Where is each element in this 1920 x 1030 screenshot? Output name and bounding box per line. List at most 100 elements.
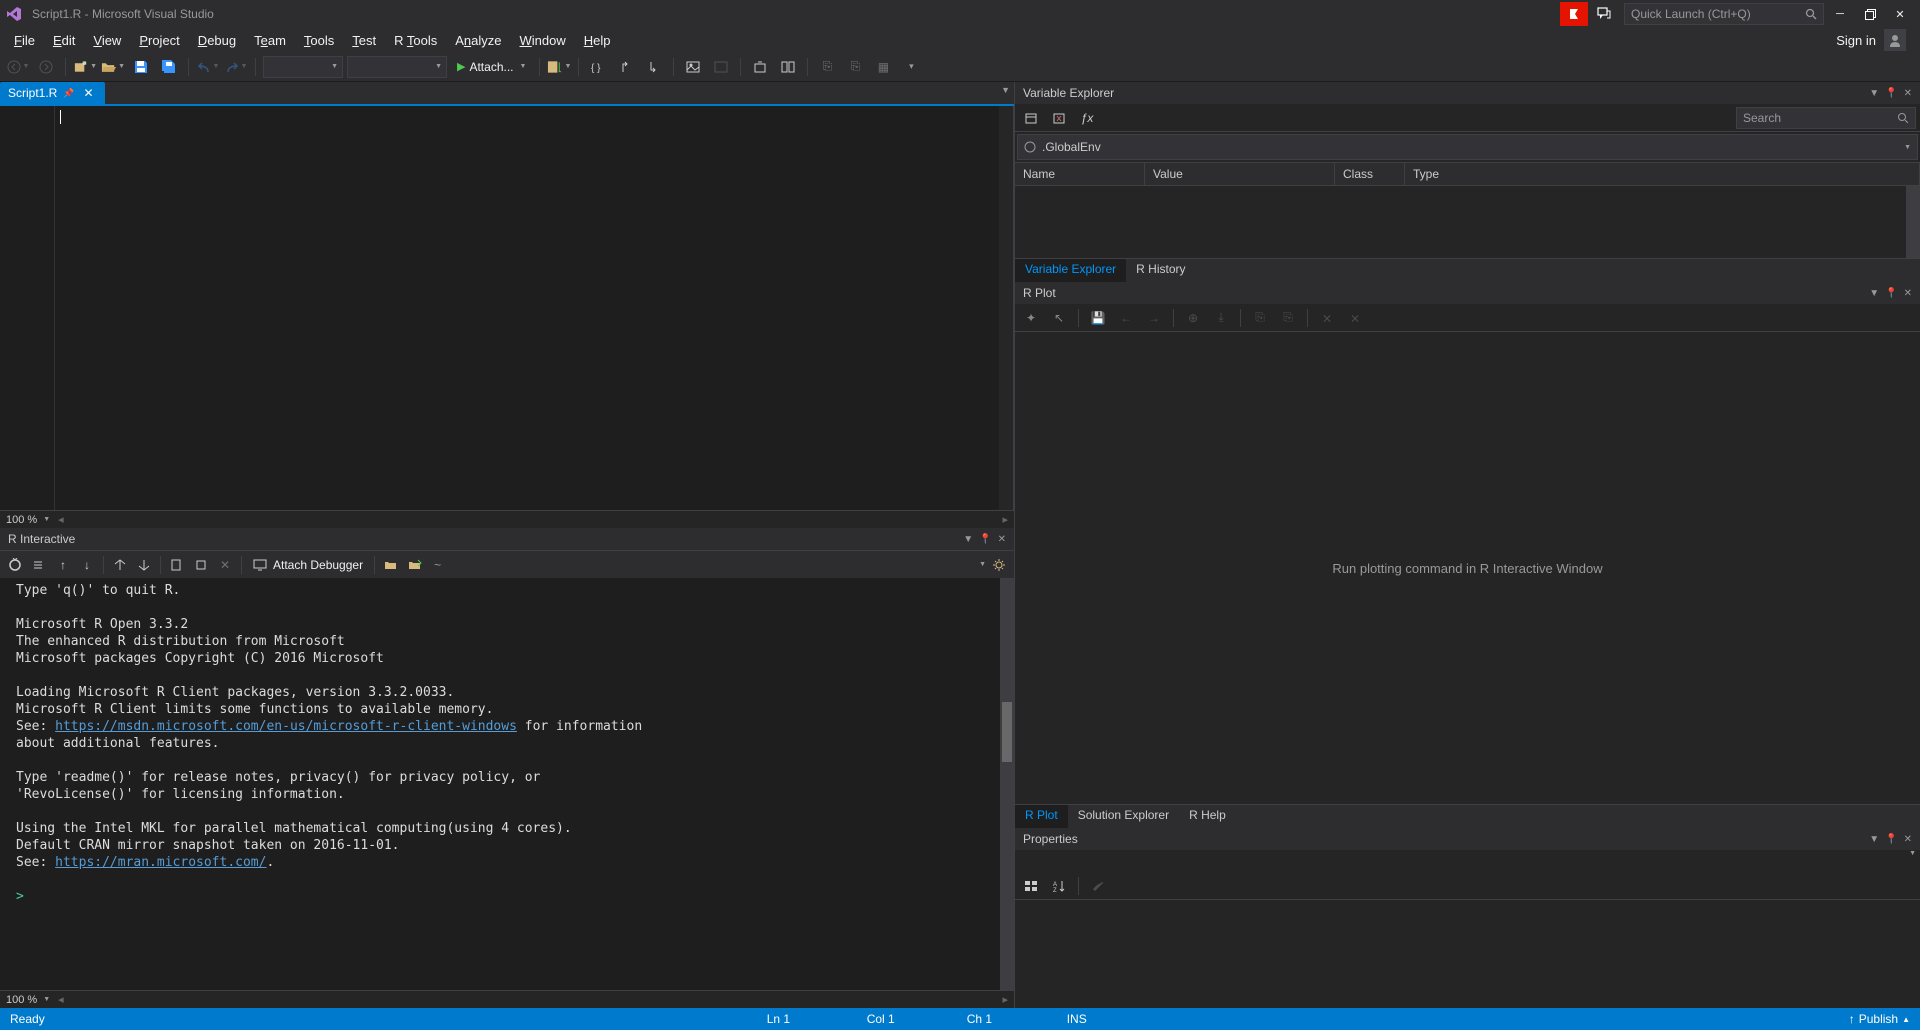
nav-forward-button[interactable] bbox=[34, 55, 58, 79]
activate-icon[interactable]: ↖ bbox=[1047, 306, 1071, 330]
close-button[interactable]: ✕ bbox=[1886, 2, 1914, 26]
step-into-icon[interactable] bbox=[642, 55, 666, 79]
column-value[interactable]: Value bbox=[1145, 163, 1335, 185]
save-workspace-icon[interactable] bbox=[133, 554, 155, 576]
step-out-icon[interactable] bbox=[614, 55, 638, 79]
mran-link[interactable]: https://mran.microsoft.com/ bbox=[55, 855, 266, 870]
layout-icon[interactable]: ▦ bbox=[871, 55, 895, 79]
tab-variable-explorer[interactable]: Variable Explorer bbox=[1015, 259, 1126, 282]
maximize-button[interactable] bbox=[1856, 2, 1884, 26]
history-down-icon[interactable]: ↓ bbox=[76, 554, 98, 576]
prop-close-icon[interactable]: ✕ bbox=[1904, 834, 1912, 845]
comment-button[interactable]: { } bbox=[586, 55, 610, 79]
ve-scrollbar[interactable] bbox=[1906, 186, 1920, 258]
image-tool-icon[interactable] bbox=[681, 55, 705, 79]
attach-button[interactable]: ▶ Attach... ▼ bbox=[451, 55, 532, 79]
publish-icon[interactable] bbox=[748, 55, 772, 79]
tab-r-plot[interactable]: R Plot bbox=[1015, 805, 1068, 828]
minimize-button[interactable]: ─ bbox=[1826, 2, 1854, 26]
redo-button[interactable]: ▼ bbox=[224, 55, 248, 79]
theme-button[interactable] bbox=[709, 55, 733, 79]
close-tab-icon[interactable]: ✕ bbox=[81, 85, 97, 101]
menu-edit[interactable]: Edit bbox=[45, 30, 83, 51]
prop-position-icon[interactable]: ▼ bbox=[1869, 834, 1879, 845]
environment-selector[interactable]: .GlobalEnv ▼ bbox=[1017, 134, 1918, 160]
import-data-icon[interactable] bbox=[1019, 106, 1043, 130]
tab-r-help[interactable]: R Help bbox=[1179, 805, 1236, 828]
prop-object-dropdown[interactable]: ▼ bbox=[1909, 850, 1916, 872]
menu-window[interactable]: Window bbox=[512, 30, 574, 51]
new-project-button[interactable]: ▼ bbox=[73, 55, 97, 79]
menu-project[interactable]: Project bbox=[131, 30, 187, 51]
vertical-scrollbar[interactable] bbox=[999, 106, 1013, 510]
quick-launch-input[interactable]: Quick Launch (Ctrl+Q) bbox=[1624, 3, 1824, 25]
preview-icon[interactable] bbox=[776, 55, 800, 79]
env-dropdown-icon[interactable]: ▼ bbox=[979, 561, 986, 568]
tab-overflow-icon[interactable]: ▼ bbox=[1001, 85, 1010, 95]
rp-close-icon[interactable]: ✕ bbox=[1904, 288, 1912, 299]
prop-pin-icon[interactable]: 📍 bbox=[1885, 834, 1897, 845]
close-pane-icon[interactable]: ✕ bbox=[998, 534, 1006, 545]
delete-icon[interactable]: ✕ bbox=[214, 554, 236, 576]
code-editor[interactable] bbox=[0, 106, 1014, 510]
ve-close-icon[interactable]: ✕ bbox=[1904, 88, 1912, 99]
zoom-icon[interactable]: ⊕ bbox=[1181, 306, 1205, 330]
menu-tools[interactable]: Tools bbox=[296, 30, 342, 51]
menu-view[interactable]: View bbox=[85, 30, 129, 51]
signin-link[interactable]: Sign in bbox=[1836, 33, 1876, 48]
zoom-level[interactable]: 100 % bbox=[6, 514, 37, 526]
new-window-icon[interactable]: ✦ bbox=[1019, 306, 1043, 330]
menu-team[interactable]: Team bbox=[246, 30, 294, 51]
function-icon[interactable]: ƒx bbox=[1075, 106, 1099, 130]
console-scrollbar[interactable] bbox=[1000, 578, 1014, 990]
next-plot-icon[interactable]: → bbox=[1142, 306, 1166, 330]
avatar-icon[interactable] bbox=[1884, 29, 1906, 51]
msdn-link[interactable]: https://msdn.microsoft.com/en-us/microso… bbox=[55, 719, 517, 734]
menu-file[interactable]: File bbox=[6, 30, 43, 51]
categorized-icon[interactable] bbox=[1019, 874, 1043, 898]
history-up-icon[interactable]: ↑ bbox=[52, 554, 74, 576]
copy-plot-icon[interactable]: ⎘ bbox=[1248, 306, 1272, 330]
editor-tab-script1[interactable]: Script1.R 📌 ✕ bbox=[0, 82, 105, 104]
copy-bitmap-icon[interactable]: ⎘ bbox=[1276, 306, 1300, 330]
column-type[interactable]: Type bbox=[1405, 163, 1920, 185]
pin-tab-icon[interactable]: 📌 bbox=[63, 88, 74, 99]
window-position-icon[interactable]: ▼ bbox=[963, 534, 973, 545]
find-icon[interactable]: ⎘ bbox=[815, 55, 839, 79]
clear-icon[interactable] bbox=[28, 554, 50, 576]
r-console[interactable]: Type 'q()' to quit R. Microsoft R Open 3… bbox=[0, 578, 1014, 990]
save-button[interactable] bbox=[129, 55, 153, 79]
clear-plots-icon[interactable]: ⨯ bbox=[1343, 306, 1367, 330]
solution-config-combo[interactable]: ▼ bbox=[263, 56, 343, 78]
solution-platform-combo[interactable]: ▼ bbox=[347, 56, 447, 78]
remove-plot-icon[interactable]: ⨯ bbox=[1315, 306, 1339, 330]
ve-position-icon[interactable]: ▼ bbox=[1869, 88, 1879, 99]
wrench-icon[interactable] bbox=[1086, 874, 1110, 898]
menu-help[interactable]: Help bbox=[576, 30, 619, 51]
save-all-button[interactable] bbox=[157, 55, 181, 79]
publish-button[interactable]: ↑ Publish ▲ bbox=[1849, 1012, 1910, 1026]
settings-gear-icon[interactable] bbox=[988, 554, 1010, 576]
feedback-icon[interactable] bbox=[1590, 2, 1618, 26]
nav-back-button[interactable]: ▼ bbox=[6, 55, 30, 79]
save-plot-icon[interactable]: 💾 bbox=[1086, 306, 1110, 330]
toolbar-overflow-icon[interactable]: ▾ bbox=[899, 55, 923, 79]
set-directory-icon[interactable] bbox=[404, 554, 426, 576]
variable-search-input[interactable]: Search bbox=[1736, 107, 1916, 129]
rp-position-icon[interactable]: ▼ bbox=[1869, 288, 1879, 299]
prev-plot-icon[interactable]: ← bbox=[1114, 306, 1138, 330]
export-icon[interactable]: ⤓ bbox=[1209, 306, 1233, 330]
attach-debugger-button[interactable]: Attach Debugger bbox=[247, 554, 369, 576]
notification-flag-icon[interactable] bbox=[1560, 2, 1588, 26]
reset-icon[interactable] bbox=[4, 554, 26, 576]
ve-pin-icon[interactable]: 📍 bbox=[1885, 88, 1897, 99]
open-file-button[interactable]: ▼ bbox=[101, 55, 125, 79]
delete-vars-icon[interactable] bbox=[1047, 106, 1071, 130]
tab-r-history[interactable]: R History bbox=[1126, 259, 1195, 282]
menu-analyze[interactable]: Analyze bbox=[447, 30, 509, 51]
alphabetical-icon[interactable]: AZ bbox=[1047, 874, 1071, 898]
interrupt-icon[interactable] bbox=[190, 554, 212, 576]
tab-solution-explorer[interactable]: Solution Explorer bbox=[1068, 805, 1179, 828]
load-workspace-icon[interactable] bbox=[109, 554, 131, 576]
folder-sync-icon[interactable] bbox=[380, 554, 402, 576]
